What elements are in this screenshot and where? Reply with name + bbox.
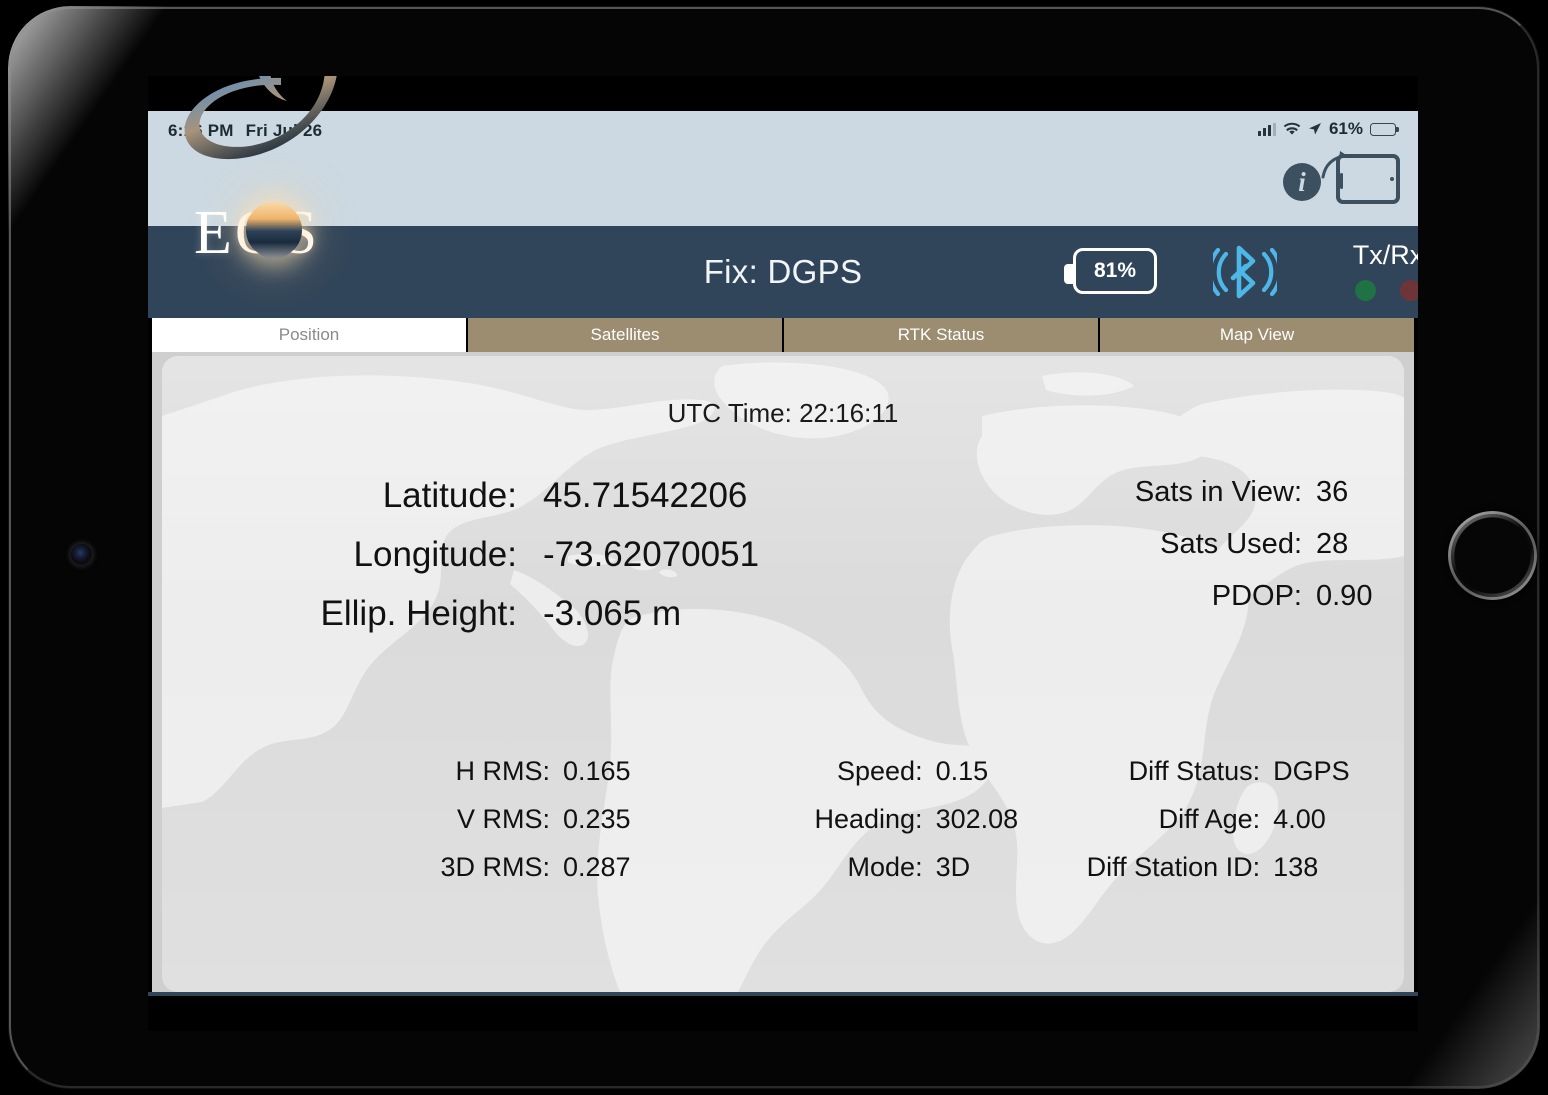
data-value: -3.065 m <box>543 594 682 633</box>
status-bar-battery-percent: 61% <box>1328 119 1363 138</box>
data-label: Speed: <box>837 756 923 786</box>
data-label: Sats in View: <box>1134 476 1302 508</box>
data-label: PDOP: <box>1211 580 1302 612</box>
data-value: 3D <box>935 852 971 882</box>
data-row: Diff Age: 4.00 <box>1018 804 1404 835</box>
info-glyph: i <box>1298 166 1306 197</box>
data-label: 3D RMS: <box>440 852 550 882</box>
data-row: Latitude: 45.71542206 <box>242 476 762 516</box>
cellular-signal-icon <box>1257 122 1276 136</box>
data-value: 0.235 <box>563 804 631 834</box>
data-row: Ellip. Height: -3.065 m <box>242 594 762 634</box>
ipad-device-icon[interactable] <box>1321 148 1400 204</box>
secondary-stats: H RMS: 0.165 V RMS: 0.235 3D RMS: 0.287 Speed… <box>162 756 1404 900</box>
utc-time-label: UTC Time: 22:16:11 <box>667 398 899 428</box>
data-label: Latitude: <box>382 476 517 515</box>
data-label: Diff Status: <box>1128 756 1261 786</box>
tablet-screen: 6:16 PM Fri Jul 26 61% i Fix: DGPS 81% T… <box>148 76 1418 1031</box>
data-label: V RMS: <box>456 804 550 834</box>
data-value: -73.62070051 <box>543 535 760 574</box>
data-row: Diff Station ID: 138 <box>1018 852 1404 883</box>
data-row: V RMS: 0.235 <box>192 804 631 835</box>
eos-sphere-icon <box>246 202 302 258</box>
data-label: H RMS: <box>455 756 551 786</box>
battery-icon <box>1370 122 1399 136</box>
data-value: 302.08 <box>935 804 1019 834</box>
data-row: H RMS: 0.165 <box>192 756 631 787</box>
data-label: Diff Age: <box>1158 804 1261 834</box>
data-label: Heading: <box>814 804 923 834</box>
info-icon[interactable]: i <box>1283 163 1321 201</box>
screen-bottom-letterbox <box>148 996 1418 1031</box>
differential-group: Diff Status: DGPS Diff Age: 4.00 Diff Statio… <box>1018 756 1404 900</box>
home-button[interactable] <box>1451 514 1534 597</box>
tab-bar: Position Satellites RTK Status Map View <box>152 318 1414 352</box>
data-label: Ellip. Height: <box>320 594 517 633</box>
data-row: Longitude: -73.62070051 <box>242 535 762 575</box>
position-primary-group: Latitude: 45.71542206 Longitude: -73.620700… <box>242 476 762 653</box>
tab-position[interactable]: Position <box>152 318 466 352</box>
status-bar-right: 61% <box>1257 119 1399 139</box>
data-row: Sats in View: 36 <box>954 476 1374 509</box>
tab-map-view[interactable]: Map View <box>1100 318 1414 352</box>
data-row: Speed: 0.15 <box>631 756 1019 787</box>
data-value: DGPS <box>1273 756 1350 786</box>
data-row: PDOP: 0.90 <box>954 580 1374 613</box>
data-row: Heading: 302.08 <box>631 804 1019 835</box>
tab-label: RTK Status <box>897 325 985 344</box>
motion-group: Speed: 0.15 Heading: 302.08 Mode: 3D <box>631 756 1019 900</box>
data-label: Mode: <box>847 852 923 882</box>
tab-label: Satellites <box>590 325 660 344</box>
data-value: 0.165 <box>563 756 631 786</box>
data-value: 138 <box>1273 852 1319 882</box>
wifi-icon <box>1283 122 1301 135</box>
data-value: 0.90 <box>1316 580 1373 612</box>
tab-label: Position <box>278 325 340 344</box>
data-label: Diff Station ID: <box>1086 852 1261 882</box>
position-panel: UTC Time: 22:16:11 Latitude: 45.71542206 L… <box>162 356 1404 992</box>
data-value: 45.71542206 <box>543 476 748 515</box>
tablet-device-frame: 6:16 PM Fri Jul 26 61% i Fix: DGPS 81% T… <box>8 6 1540 1089</box>
tab-rtk-status[interactable]: RTK Status <box>784 318 1098 352</box>
location-arrow-icon <box>1308 123 1321 135</box>
tab-satellites[interactable]: Satellites <box>468 318 782 352</box>
accuracy-group: H RMS: 0.165 V RMS: 0.235 3D RMS: 0.287 <box>162 756 631 900</box>
data-row: Mode: 3D <box>631 852 1019 883</box>
data-label: Longitude: <box>353 535 517 574</box>
data-value: 0.15 <box>935 756 989 786</box>
data-row: 3D RMS: 0.287 <box>192 852 631 883</box>
satellite-group: Sats in View: 36 Sats Used: 28 PDOP: 0.90 <box>954 476 1374 632</box>
data-value: 28 <box>1316 528 1349 560</box>
tab-label: Map View <box>1219 325 1295 344</box>
data-value: 0.287 <box>563 852 631 882</box>
data-row: Diff Status: DGPS <box>1018 756 1404 787</box>
data-label: Sats Used: <box>1160 528 1302 560</box>
page-title: Fix: DGPS <box>703 253 863 290</box>
data-value: 36 <box>1316 476 1349 508</box>
data-value: 4.00 <box>1273 804 1326 834</box>
front-camera <box>71 544 92 565</box>
data-row: Sats Used: 28 <box>954 528 1374 561</box>
app-header: Fix: DGPS <box>148 226 1418 318</box>
eos-logo-swoosh <box>184 76 337 160</box>
